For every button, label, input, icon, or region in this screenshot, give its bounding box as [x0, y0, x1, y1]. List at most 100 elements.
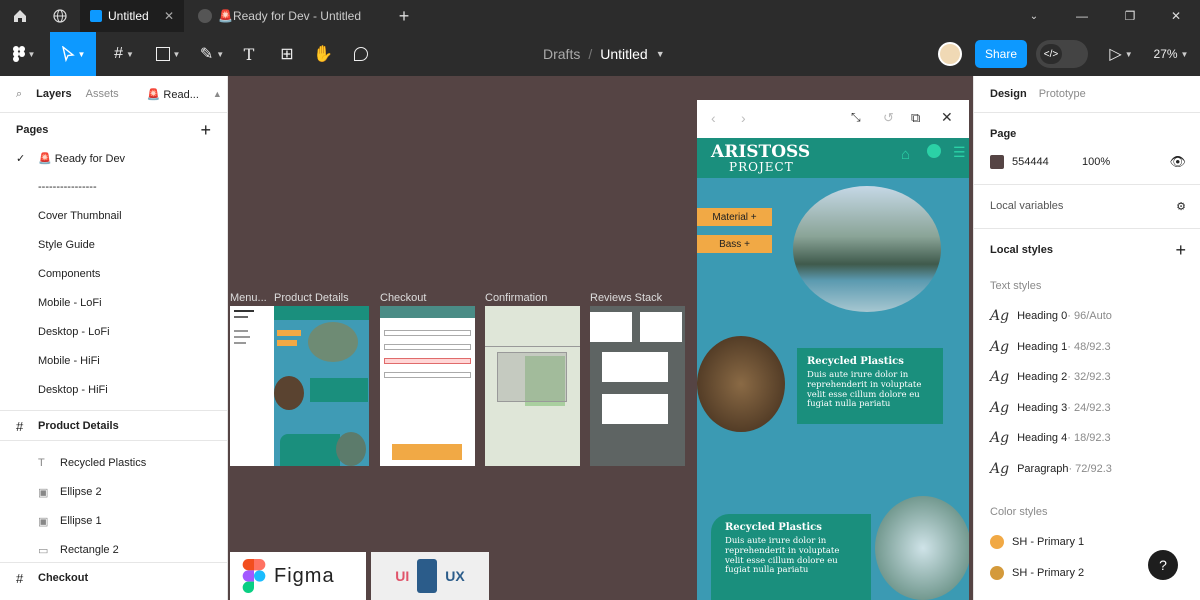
layer-frame-product-details[interactable]: # Product Details	[0, 412, 227, 440]
page-color-row[interactable]: 554444 100% 👁	[974, 148, 1200, 176]
page-item[interactable]: Mobile - LoFi	[0, 289, 227, 317]
page-item[interactable]: Desktop - HiFi	[0, 376, 227, 404]
chevron-down-icon[interactable]: ⌄	[1014, 0, 1054, 32]
eye-icon[interactable]: 👁	[1169, 154, 1186, 170]
figma-logo-card[interactable]: Figma	[230, 552, 366, 600]
mountain-image	[793, 186, 941, 312]
home-icon[interactable]: ⌂	[901, 146, 910, 163]
move-tool-button[interactable]: ▼	[50, 32, 96, 76]
minimize-icon[interactable]: —	[1062, 0, 1102, 32]
frame-tool-button[interactable]: # ▼	[104, 32, 144, 76]
prototype-preview[interactable]: ‹ › ⤡ ↺ ⧉ ✕ ARISTOSS PROJECT ⌂ ☰ Materia…	[697, 100, 969, 600]
shape-tool-button[interactable]: ▼	[148, 32, 188, 76]
file-name[interactable]: Untitled	[600, 46, 647, 62]
collapse-icon[interactable]: ⤡	[851, 110, 861, 125]
frame-reviews-stack[interactable]	[590, 306, 685, 466]
tab-design[interactable]: Design	[990, 88, 1027, 100]
brand-subtitle: PROJECT	[729, 160, 794, 174]
breadcrumb-drafts[interactable]: Drafts	[543, 46, 580, 62]
present-button[interactable]: ▷ ▼	[1104, 32, 1138, 76]
globe-icon[interactable]	[40, 0, 80, 32]
layers-panel: ⌕ Layers Assets 🚨 Read... ▲ Pages + ✓ 🚨 R…	[0, 76, 228, 600]
page-item[interactable]: Style Guide	[0, 231, 227, 259]
frame-menu[interactable]	[230, 306, 274, 466]
page-item[interactable]: Cover Thumbnail	[0, 202, 227, 230]
tab-untitled[interactable]: Untitled ✕	[80, 0, 184, 32]
tab-assets[interactable]: Assets	[86, 88, 119, 100]
layer-item[interactable]: T Recycled Plastics	[0, 449, 227, 477]
frame-checkout[interactable]	[380, 306, 475, 466]
back-icon[interactable]: ‹	[711, 110, 716, 126]
layer-frame-checkout[interactable]: # Checkout	[0, 564, 227, 592]
frame-label[interactable]: Reviews Stack	[590, 292, 662, 304]
avatar[interactable]	[938, 42, 962, 66]
add-style-icon[interactable]: +	[1175, 240, 1186, 261]
close-tab-icon[interactable]: ✕	[164, 9, 174, 23]
current-page-dropdown[interactable]: 🚨 Read...	[147, 88, 199, 101]
local-variables-row[interactable]: Local variables ⚙	[974, 192, 1200, 220]
close-window-icon[interactable]: ✕	[1156, 0, 1196, 32]
page-item[interactable]: Components	[0, 260, 227, 288]
pen-tool-button[interactable]: ✎ ▼	[192, 32, 232, 76]
pages-title: Pages	[16, 124, 49, 136]
layer-label: Ellipse 2	[60, 486, 102, 498]
text-style-item[interactable]: Ag Heading 1 · 48/92.3	[974, 333, 1200, 361]
page-section-title: Page	[990, 128, 1017, 140]
page-item[interactable]: ----------------	[0, 173, 227, 201]
sliders-icon[interactable]: ⚙	[1176, 200, 1186, 213]
canvas[interactable]: Menu... Product Details Checkout Confirm…	[228, 76, 973, 600]
help-button[interactable]: ?	[1148, 550, 1178, 580]
frame-label[interactable]: Menu...	[230, 292, 267, 304]
text-style-item[interactable]: Ag Heading 3 · 24/92.3	[974, 394, 1200, 422]
text-tool-button[interactable]: T	[236, 32, 262, 76]
menu-icon[interactable]: ☰	[953, 144, 966, 161]
chevron-up-icon[interactable]: ▲	[213, 89, 222, 99]
resources-button[interactable]: ⊞	[274, 32, 300, 76]
tab-layers[interactable]: Layers	[36, 88, 71, 100]
text-style-spec: · 72/92.3	[1068, 462, 1112, 475]
page-color-hex[interactable]: 554444	[1012, 156, 1082, 168]
frame-label[interactable]: Product Details	[274, 292, 349, 304]
layer-item[interactable]: ▣ Ellipse 2	[0, 478, 227, 506]
frame-label[interactable]: Confirmation	[485, 292, 547, 304]
page-opacity[interactable]: 100%	[1082, 156, 1110, 168]
page-label: Mobile - HiFi	[38, 355, 100, 367]
home-icon[interactable]	[0, 0, 40, 32]
tab-ready-for-dev[interactable]: 🚨Ready for Dev - Untitled	[188, 0, 384, 32]
page-color-swatch[interactable]	[990, 155, 1004, 169]
page-item[interactable]: ✓ 🚨 Ready for Dev	[0, 144, 227, 172]
page-item[interactable]: Desktop - LoFi	[0, 318, 227, 346]
share-button[interactable]: Share	[975, 40, 1027, 68]
new-tab-icon[interactable]: +	[384, 0, 424, 32]
frame-product-details[interactable]	[274, 306, 369, 466]
zoom-menu[interactable]: 27% ▼	[1148, 32, 1194, 76]
dev-mode-toggle[interactable]: </>	[1036, 40, 1088, 68]
restart-icon[interactable]: ↺	[883, 110, 894, 126]
search-icon[interactable]: ⌕	[16, 88, 22, 101]
restore-icon[interactable]: ❐	[1110, 0, 1150, 32]
comment-tool-button[interactable]	[348, 32, 374, 76]
close-icon[interactable]: ✕	[941, 109, 953, 126]
ui-ux-logo-card[interactable]: UI UX	[371, 552, 489, 600]
frame-label[interactable]: Checkout	[380, 292, 426, 304]
page-item[interactable]: Mobile - HiFi	[0, 347, 227, 375]
layer-item[interactable]: ▭ Rectangle 2	[0, 536, 227, 564]
chevron-down-icon[interactable]: ▼	[656, 49, 665, 59]
bass-chip[interactable]: Bass +	[697, 235, 772, 253]
user-icon[interactable]	[927, 144, 941, 158]
hand-tool-button[interactable]: ✋	[310, 32, 336, 76]
text-style-item[interactable]: Ag Paragraph · 72/92.3	[974, 455, 1200, 483]
text-style-name: Heading 1	[1017, 340, 1068, 353]
add-page-icon[interactable]: +	[200, 120, 211, 141]
frame-confirmation[interactable]	[485, 306, 580, 466]
main-menu-button[interactable]: ▼	[4, 32, 44, 76]
text-styles-header: Text styles	[974, 272, 1200, 300]
open-external-icon[interactable]: ⧉	[911, 110, 920, 126]
material-chip[interactable]: Material +	[697, 208, 772, 226]
layer-item[interactable]: ▣ Ellipse 1	[0, 507, 227, 535]
text-style-item[interactable]: Ag Heading 0 · 96/Auto	[974, 302, 1200, 330]
text-style-item[interactable]: Ag Heading 2 · 32/92.3	[974, 363, 1200, 391]
forward-icon[interactable]: ›	[741, 110, 746, 126]
text-style-item[interactable]: Ag Heading 4 · 18/92.3	[974, 424, 1200, 452]
tab-prototype[interactable]: Prototype	[1039, 88, 1086, 100]
